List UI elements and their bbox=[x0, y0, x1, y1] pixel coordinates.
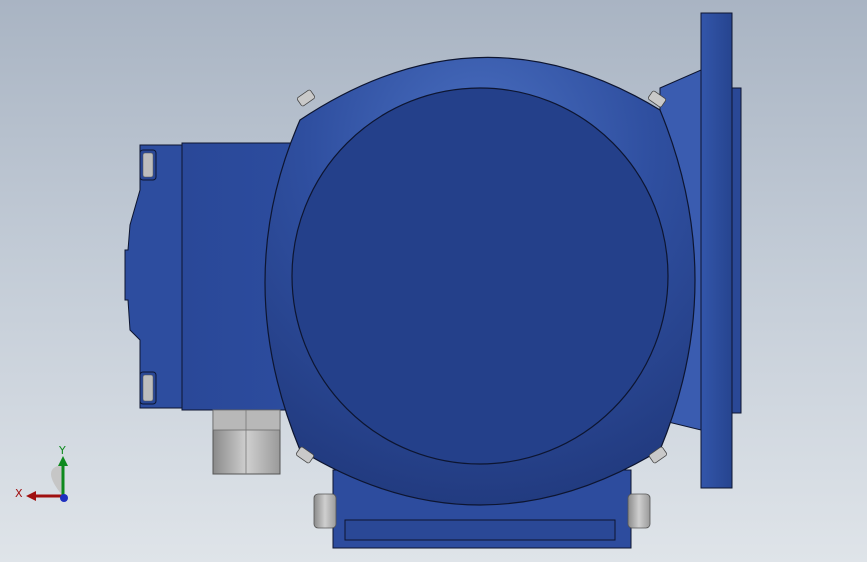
x-axis-label: X bbox=[15, 487, 23, 500]
adapter-bolt-top-icon bbox=[142, 152, 154, 178]
y-axis-label: Y bbox=[58, 444, 66, 457]
gearbox-model[interactable] bbox=[0, 0, 867, 562]
triad-plane-icon bbox=[51, 465, 62, 495]
bolt-top-left-icon bbox=[296, 89, 316, 107]
3d-viewport[interactable]: Y X bbox=[0, 0, 867, 562]
foot-bolt-left-icon bbox=[313, 493, 337, 529]
gear-housing bbox=[264, 56, 696, 506]
housing-cover bbox=[291, 87, 669, 465]
y-axis-arrowhead-icon bbox=[58, 456, 68, 466]
adapter-bolt-bottom-icon bbox=[142, 374, 154, 402]
drain-plug bbox=[212, 409, 281, 475]
x-axis-arrowhead-icon bbox=[26, 491, 36, 501]
foot-bolt-right-icon bbox=[627, 493, 651, 529]
coordinate-triad[interactable]: Y X bbox=[12, 440, 82, 510]
z-axis-dot-icon bbox=[60, 494, 68, 502]
